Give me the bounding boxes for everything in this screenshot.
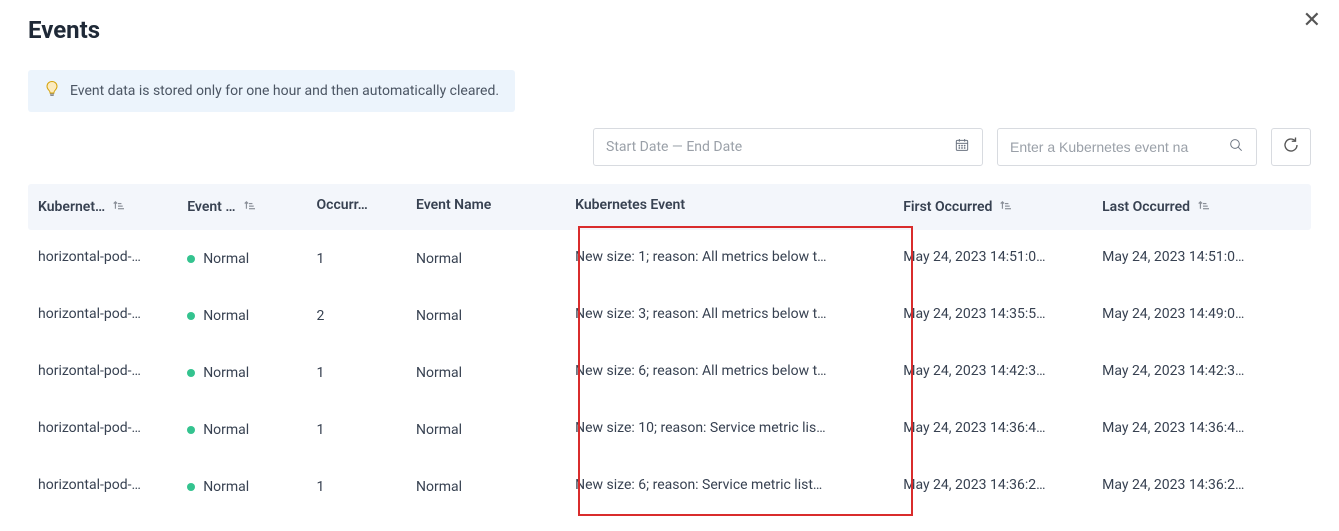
col-header-kubernetes-type[interactable]: Kubernet… xyxy=(38,199,187,215)
info-banner: Event data is stored only for one hour a… xyxy=(28,70,515,112)
col-header-occurrence[interactable]: Occurr… xyxy=(317,197,417,217)
table-header: Kubernet… Event … Occurr… Event Name Kub… xyxy=(28,184,1311,230)
status-dot xyxy=(187,312,195,320)
cell-last-occurred: May 24, 2023 14:49:0… xyxy=(1102,306,1301,326)
cell-event-name: Normal xyxy=(416,422,575,438)
col-header-last-occurred[interactable]: Last Occurred xyxy=(1102,199,1301,215)
info-banner-text: Event data is stored only for one hour a… xyxy=(70,83,499,99)
cell-event-type: Normal xyxy=(187,422,316,438)
lightbulb-icon xyxy=(44,80,60,102)
cell-last-occurred: May 24, 2023 14:36:4… xyxy=(1102,420,1301,440)
col-header-first-occurred[interactable]: First Occurred xyxy=(903,199,1102,215)
col-header-kubernetes-event[interactable]: Kubernetes Event xyxy=(575,197,903,217)
cell-occurrence: 1 xyxy=(317,422,417,438)
table-row[interactable]: horizontal-pod-…Normal1NormalNew size: 6… xyxy=(28,458,1311,515)
status-dot xyxy=(187,483,195,491)
cell-event-type: Normal xyxy=(187,308,316,324)
close-icon[interactable]: ✕ xyxy=(1303,10,1321,32)
events-table: Kubernet… Event … Occurr… Event Name Kub… xyxy=(28,184,1311,515)
cell-kubernetes-event: New size: 1; reason: All metrics below t… xyxy=(575,249,903,269)
cell-kubernetes-event: New size: 6; reason: Service metric list… xyxy=(575,477,903,497)
sort-icon xyxy=(1196,201,1210,213)
refresh-button[interactable] xyxy=(1271,128,1311,166)
sort-icon xyxy=(998,201,1012,213)
cell-first-occurred: May 24, 2023 14:36:4… xyxy=(903,420,1102,440)
cell-kubernetes-type: horizontal-pod-… xyxy=(38,249,187,269)
cell-first-occurred: May 24, 2023 14:35:5… xyxy=(903,306,1102,326)
cell-last-occurred: May 24, 2023 14:36:2… xyxy=(1102,477,1301,497)
cell-first-occurred: May 24, 2023 14:51:0… xyxy=(903,249,1102,269)
cell-event-name: Normal xyxy=(416,308,575,324)
cell-kubernetes-event: New size: 6; reason: All metrics below t… xyxy=(575,363,903,383)
cell-event-name: Normal xyxy=(416,365,575,381)
table-row[interactable]: horizontal-pod-…Normal1NormalNew size: 6… xyxy=(28,344,1311,401)
status-dot xyxy=(187,255,195,263)
table-body: horizontal-pod-…Normal1NormalNew size: 1… xyxy=(28,230,1311,515)
cell-kubernetes-event: New size: 10; reason: Service metric lis… xyxy=(575,420,903,440)
cell-occurrence: 2 xyxy=(317,308,417,324)
sort-icon xyxy=(111,201,125,213)
cell-first-occurred: May 24, 2023 14:42:3… xyxy=(903,363,1102,383)
date-range-input[interactable]: Start Date — End Date xyxy=(593,128,983,166)
cell-kubernetes-type: horizontal-pod-… xyxy=(38,363,187,383)
table-row[interactable]: horizontal-pod-…Normal1NormalNew size: 1… xyxy=(28,230,1311,287)
cell-occurrence: 1 xyxy=(317,251,417,267)
col-header-event-name[interactable]: Event Name xyxy=(416,197,575,217)
cell-last-occurred: May 24, 2023 14:51:0… xyxy=(1102,249,1301,269)
cell-kubernetes-type: horizontal-pod-… xyxy=(38,306,187,326)
cell-event-name: Normal xyxy=(416,479,575,495)
search-icon xyxy=(1228,137,1244,157)
cell-occurrence: 1 xyxy=(317,479,417,495)
status-dot xyxy=(187,369,195,377)
cell-kubernetes-event: New size: 3; reason: All metrics below t… xyxy=(575,306,903,326)
controls-row: Start Date — End Date xyxy=(28,128,1311,166)
table-row[interactable]: horizontal-pod-…Normal1NormalNew size: 1… xyxy=(28,401,1311,458)
search-input-wrapper[interactable] xyxy=(997,128,1257,166)
date-placeholder: Start Date — End Date xyxy=(606,139,742,155)
search-input[interactable] xyxy=(1010,139,1210,155)
cell-event-name: Normal xyxy=(416,251,575,267)
cell-kubernetes-type: horizontal-pod-… xyxy=(38,477,187,497)
cell-occurrence: 1 xyxy=(317,365,417,381)
refresh-icon xyxy=(1282,136,1300,158)
cell-last-occurred: May 24, 2023 14:42:3… xyxy=(1102,363,1301,383)
calendar-icon xyxy=(954,137,970,157)
cell-first-occurred: May 24, 2023 14:36:2… xyxy=(903,477,1102,497)
cell-kubernetes-type: horizontal-pod-… xyxy=(38,420,187,440)
sort-icon xyxy=(242,201,256,213)
page-title: Events xyxy=(28,16,1311,44)
status-dot xyxy=(187,426,195,434)
cell-event-type: Normal xyxy=(187,251,316,267)
cell-event-type: Normal xyxy=(187,365,316,381)
table-row[interactable]: horizontal-pod-…Normal2NormalNew size: 3… xyxy=(28,287,1311,344)
col-header-event-type[interactable]: Event … xyxy=(187,199,316,215)
cell-event-type: Normal xyxy=(187,479,316,495)
